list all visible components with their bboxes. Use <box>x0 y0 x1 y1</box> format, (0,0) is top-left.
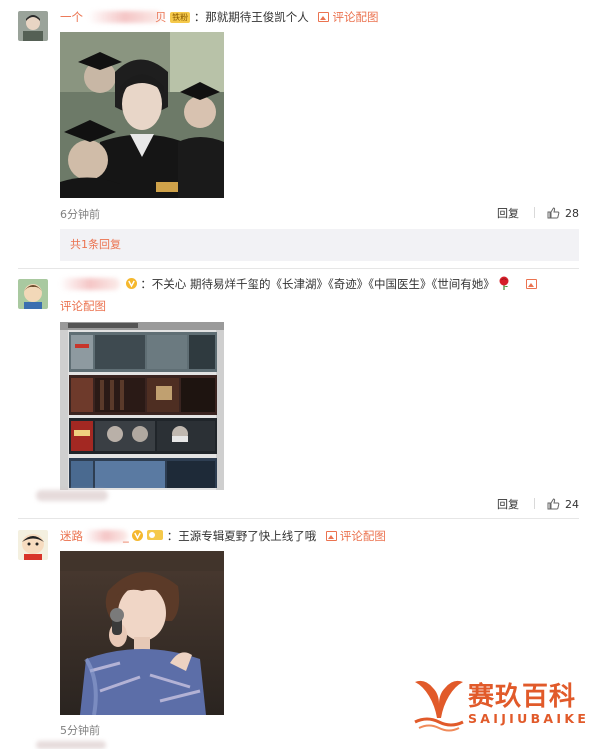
pic-link-label: 评论配图 <box>339 529 386 543</box>
divider <box>533 207 535 218</box>
reply-button[interactable]: 回复 <box>497 207 519 220</box>
avatar[interactable] <box>18 11 48 41</box>
verified-badge-icon <box>125 278 137 289</box>
username[interactable] <box>60 276 122 292</box>
comment-image[interactable] <box>60 32 224 198</box>
username-text: 一个 <box>60 10 83 24</box>
user-avatar-cartoon-icon <box>18 279 48 309</box>
reply-summary: 共1条回复 <box>70 238 121 251</box>
like-count: 24 <box>565 498 579 511</box>
user-avatar-photo-icon <box>18 11 48 41</box>
whale-tail-icon <box>414 680 464 732</box>
comment-image[interactable] <box>60 322 224 490</box>
avatar[interactable] <box>18 279 48 309</box>
avatar[interactable] <box>18 530 48 560</box>
comment-header-continued: 评论配图 <box>60 298 106 314</box>
comment-text: ：不关心 期待易烊千玺的《长津湖》《奇迹》《中国医生》《世间有她》 <box>140 277 495 291</box>
comment-time: 6分钟前 <box>60 208 100 221</box>
site-watermark: 赛玖百科 SAIJIUBAIKE <box>405 668 587 738</box>
comment-time: 5分钟前 <box>60 724 100 737</box>
username-text: 迷路 <box>60 529 83 543</box>
fan-level-icon <box>147 530 164 540</box>
comment-header: ：不关心 期待易烊千玺的《长津湖》《奇迹》《中国医生》《世间有她》 <box>60 276 540 292</box>
reply-summary-bar[interactable]: 共1条回复 <box>60 229 579 261</box>
comment-divider <box>18 268 579 269</box>
movie-poster-collage <box>60 322 224 490</box>
thumbs-up-icon <box>547 498 560 510</box>
username-redaction <box>88 11 162 23</box>
username[interactable]: 一个贝 <box>60 9 167 25</box>
divider <box>533 498 535 509</box>
verified-badge-icon <box>132 530 144 541</box>
watermark-subtitle: SAIJIUBAIKE <box>468 711 590 726</box>
watermark-title: 赛玖百科 <box>468 682 577 712</box>
comment-text: ：王源专辑夏野了快上线了哦 <box>166 529 317 543</box>
image-icon <box>526 279 538 289</box>
comment-actions: 回复 24 <box>497 496 579 512</box>
comment-image[interactable] <box>60 551 224 715</box>
comment-divider <box>18 518 579 519</box>
comment-pic-link[interactable]: 评论配图 <box>318 10 378 24</box>
like-button[interactable]: 24 <box>547 498 579 511</box>
username-redaction <box>60 278 120 290</box>
user-avatar-crayon-shin-icon <box>18 530 48 560</box>
fan-badge: 铁粉 <box>170 12 191 23</box>
comment-text: ：那就期待王俊凯个人 <box>193 10 309 24</box>
comment-pic-link[interactable]: 评论配图 <box>60 299 106 313</box>
reply-button[interactable]: 回复 <box>497 498 519 511</box>
image-icon <box>318 12 330 22</box>
comment-pic-link[interactable]: 评论配图 <box>325 529 386 543</box>
rose-emoji-icon <box>499 276 509 290</box>
username-redaction <box>84 530 128 542</box>
comment-header: 一个贝 铁粉 ：那就期待王俊凯个人 评论配图 <box>60 9 378 25</box>
username[interactable]: 迷路_ <box>60 528 129 544</box>
graduation-photo <box>60 32 224 198</box>
image-icon <box>325 531 337 541</box>
like-button[interactable]: 28 <box>547 207 579 220</box>
thumbs-up-icon <box>547 207 560 219</box>
comment-actions: 回复 28 <box>497 205 579 221</box>
singer-on-stage <box>60 551 224 715</box>
comment-header: 迷路_ ：王源专辑夏野了快上线了哦 评论配图 <box>60 528 386 544</box>
like-count: 28 <box>565 207 579 220</box>
blur-smudge <box>36 490 108 501</box>
pic-link-label: 评论配图 <box>332 10 379 24</box>
comment-pic-link-inline[interactable] <box>526 277 540 291</box>
